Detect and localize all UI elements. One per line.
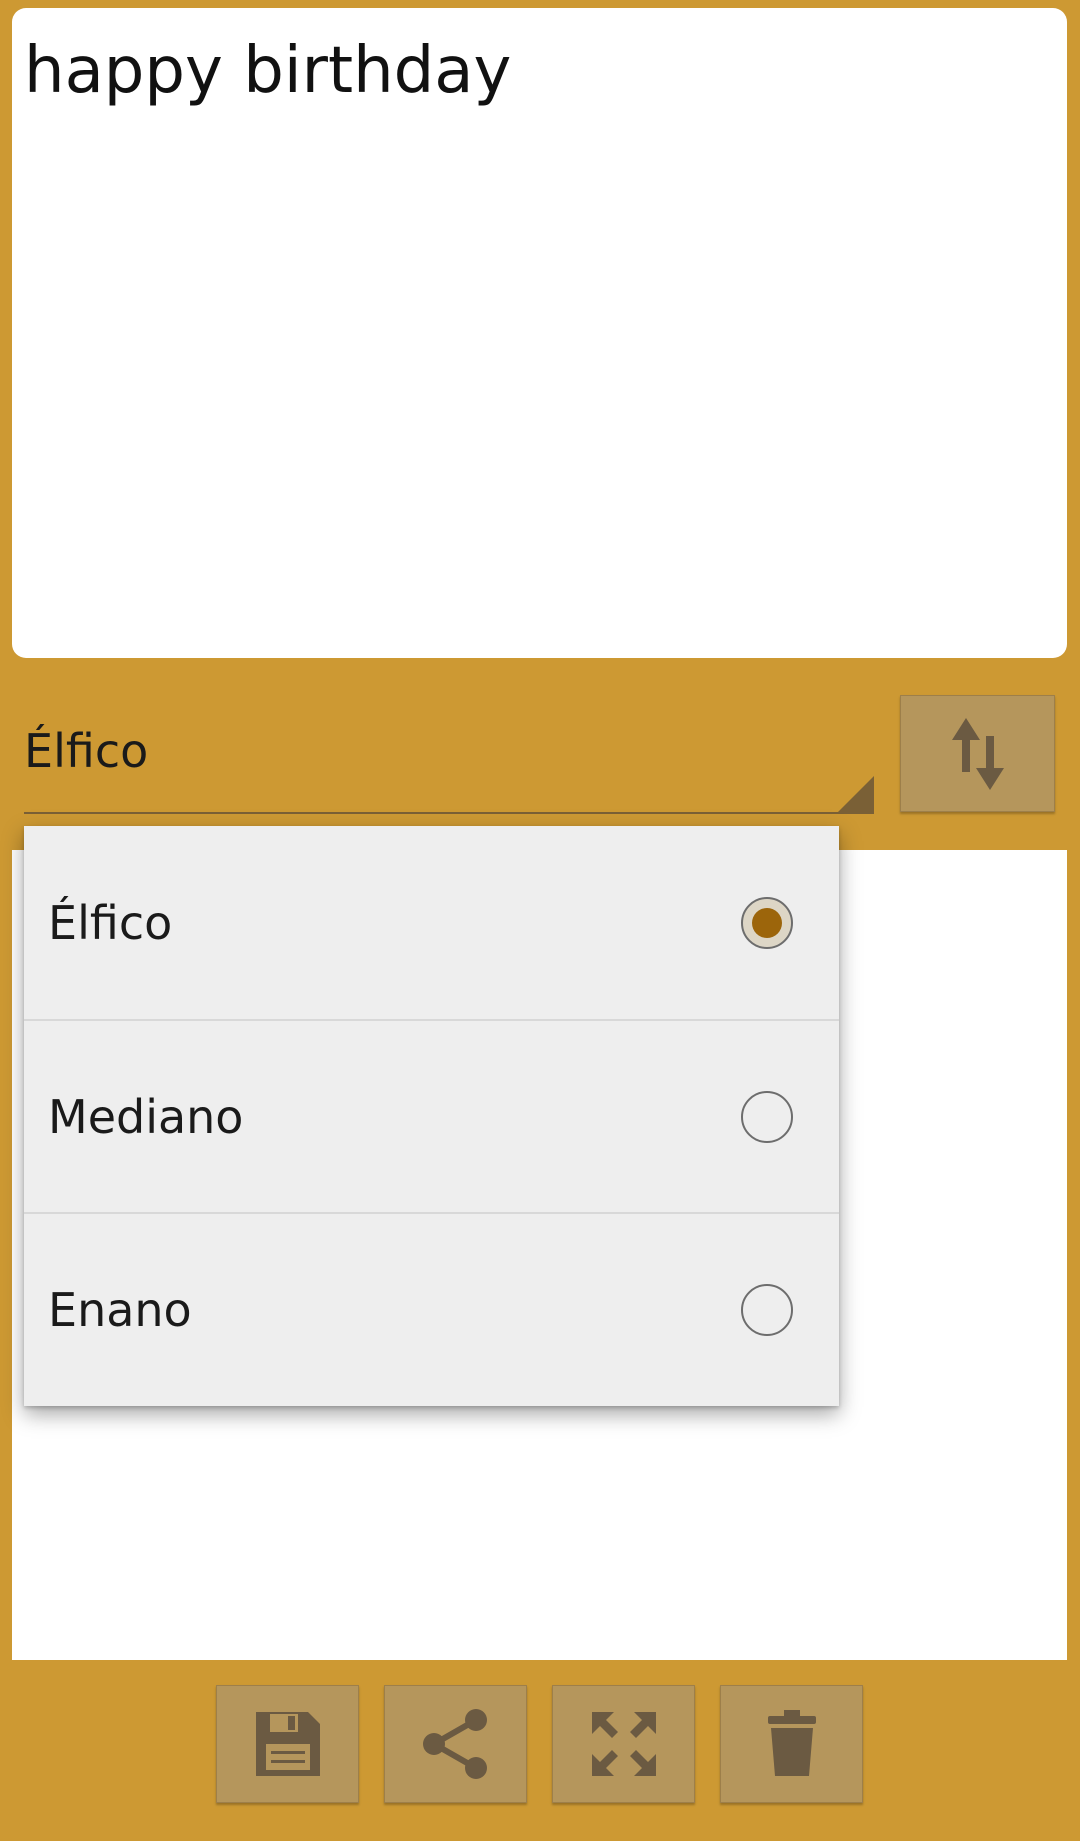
radio-button[interactable] [741,1090,793,1143]
share-icon [422,1709,487,1779]
dropdown-option-mediano[interactable]: Mediano [24,1019,839,1212]
floppy-disk-icon [255,1712,320,1776]
radio-button[interactable] [741,1283,793,1336]
language-selector[interactable]: Élfico [24,694,874,814]
source-text-area[interactable]: happy birthday [12,8,1067,658]
dropdown-option-label: Élfico [48,895,173,950]
language-dropdown-list: Élfico Mediano Enano [24,826,839,1406]
dropdown-option-elfico[interactable]: Élfico [24,826,839,1019]
dropdown-option-enano[interactable]: Enano [24,1212,839,1405]
share-button[interactable] [384,1685,527,1803]
fullscreen-button[interactable] [552,1685,695,1803]
source-text: happy birthday [24,34,512,108]
save-button[interactable] [216,1685,359,1803]
dropdown-triangle-icon [838,776,874,812]
fullscreen-icon [591,1712,656,1776]
radio-button-checked[interactable] [741,896,793,949]
swap-button[interactable] [900,695,1055,812]
swap-vertical-icon [951,717,1004,790]
language-selector-underline [24,812,874,814]
dropdown-option-label: Mediano [48,1089,244,1144]
dropdown-option-label: Enano [48,1282,192,1337]
trash-icon [767,1710,816,1776]
language-selector-value: Élfico [24,724,149,778]
delete-button[interactable] [720,1685,863,1803]
